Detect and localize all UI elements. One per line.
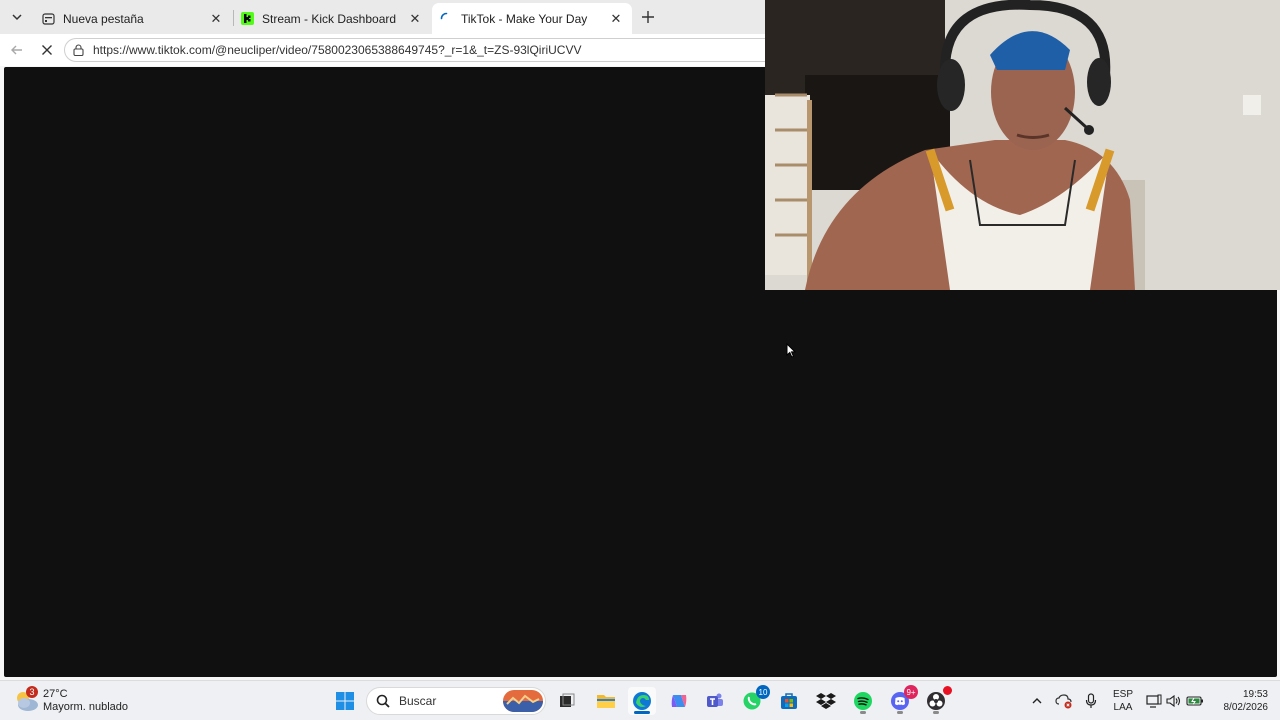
network-icon	[1146, 694, 1162, 708]
language-indicator[interactable]: ESP LAA	[1112, 688, 1134, 714]
microsoft-store-button[interactable]	[775, 687, 803, 715]
teams-icon	[707, 693, 723, 707]
microsoft-store-icon	[781, 693, 797, 709]
tab-kick-dashboard[interactable]: Stream - Kick Dashboard ✕	[233, 3, 431, 34]
cloud-error-icon	[1055, 694, 1072, 709]
discord-button[interactable]: 9+	[886, 685, 918, 715]
speaker-icon	[1166, 694, 1181, 708]
notification-badge: 9+	[904, 685, 918, 699]
back-button[interactable]	[6, 39, 28, 61]
onedrive-status-button[interactable]	[1055, 692, 1073, 710]
copilot-icon	[671, 695, 687, 707]
show-hidden-icons-button[interactable]	[1028, 692, 1046, 710]
spotify-button[interactable]	[849, 687, 877, 715]
copilot-button[interactable]	[665, 687, 693, 715]
weather-text: 27°C Mayorm. nublado	[43, 688, 128, 714]
webcam-overlay	[765, 0, 1280, 290]
weather-widget[interactable]: 3 27°C Mayorm. nublado	[14, 686, 128, 715]
clock[interactable]: 19:53 8/02/2026	[1208, 688, 1269, 714]
close-tab-icon[interactable]: ✕	[608, 11, 624, 27]
start-button[interactable]	[331, 687, 359, 715]
network-button[interactable]	[1145, 692, 1163, 710]
microphone-button[interactable]	[1082, 692, 1100, 710]
arrow-left-icon	[11, 45, 22, 55]
new-tab-button[interactable]	[638, 7, 658, 27]
windows-start-icon	[336, 692, 354, 710]
file-explorer-button[interactable]	[592, 687, 620, 715]
edge-icon	[633, 692, 651, 710]
notification-badge: 10	[756, 685, 770, 699]
whatsapp-button[interactable]: 10	[738, 685, 770, 715]
mouse-cursor	[786, 342, 797, 363]
weather-badge: 3	[26, 686, 38, 698]
tab-tiktok[interactable]: TikTok - Make Your Day ✕	[432, 3, 632, 34]
clock-time: 19:53	[1242, 689, 1268, 700]
search-icon	[375, 693, 391, 709]
taskbar-search[interactable]: Buscar	[366, 687, 546, 715]
spotify-icon	[854, 692, 872, 710]
battery-charging-icon	[1186, 696, 1203, 706]
clock-date: 8/02/2026	[1223, 702, 1269, 713]
calendar-icon	[42, 12, 55, 25]
file-explorer-icon	[597, 695, 615, 708]
language-line2: LAA	[1113, 702, 1133, 713]
taskbar: 3 27°C Mayorm. nublado Buscar 10 9+ ESP …	[0, 680, 1280, 720]
task-view-button[interactable]	[553, 687, 581, 715]
dropbox-icon	[816, 693, 836, 709]
search-placeholder: Buscar	[399, 694, 437, 708]
recording-dot	[943, 686, 952, 695]
battery-button[interactable]	[1186, 692, 1204, 710]
chevron-up-icon	[1032, 698, 1042, 704]
active-indicator	[634, 711, 650, 714]
address-bar[interactable]: https://www.tiktok.com/@neucliper/video/…	[64, 38, 784, 62]
address-url[interactable]: https://www.tiktok.com/@neucliper/video/…	[93, 43, 581, 57]
dropbox-button[interactable]	[812, 687, 840, 715]
search-highlight-icon	[503, 690, 543, 712]
obs-button[interactable]	[922, 686, 952, 715]
cursor-arrow-icon	[786, 342, 797, 358]
close-icon	[42, 45, 52, 55]
plus-icon	[642, 11, 654, 23]
tab-list-button[interactable]	[5, 5, 29, 29]
stop-loading-button[interactable]	[36, 39, 58, 61]
loading-spinner-icon	[440, 12, 453, 25]
tab-title: TikTok - Make Your Day	[461, 11, 588, 26]
running-indicator	[897, 711, 903, 714]
weather-condition: Mayorm. nublado	[43, 701, 128, 713]
edge-button[interactable]	[628, 687, 656, 715]
kick-logo-icon	[241, 12, 254, 25]
chevron-down-icon	[12, 14, 22, 21]
language-line1: ESP	[1112, 689, 1133, 700]
tab-title: Nueva pestaña	[63, 11, 144, 26]
close-tab-icon[interactable]: ✕	[407, 11, 423, 27]
microphone-icon	[1085, 693, 1097, 708]
teams-button[interactable]	[701, 687, 729, 715]
task-view-icon	[560, 693, 575, 707]
tab-title: Stream - Kick Dashboard	[262, 11, 397, 26]
lock-icon[interactable]	[71, 43, 85, 57]
weather-temp: 27°C	[43, 688, 68, 700]
volume-button[interactable]	[1165, 692, 1183, 710]
tab-nueva-pestana[interactable]: Nueva pestaña ✕	[34, 3, 232, 34]
obs-icon	[927, 692, 945, 710]
close-tab-icon[interactable]: ✕	[208, 11, 224, 27]
webcam-person-image	[765, 0, 1280, 290]
running-indicator	[860, 711, 866, 714]
cloudy-weather-icon: 3	[14, 686, 40, 714]
running-indicator	[933, 711, 939, 714]
